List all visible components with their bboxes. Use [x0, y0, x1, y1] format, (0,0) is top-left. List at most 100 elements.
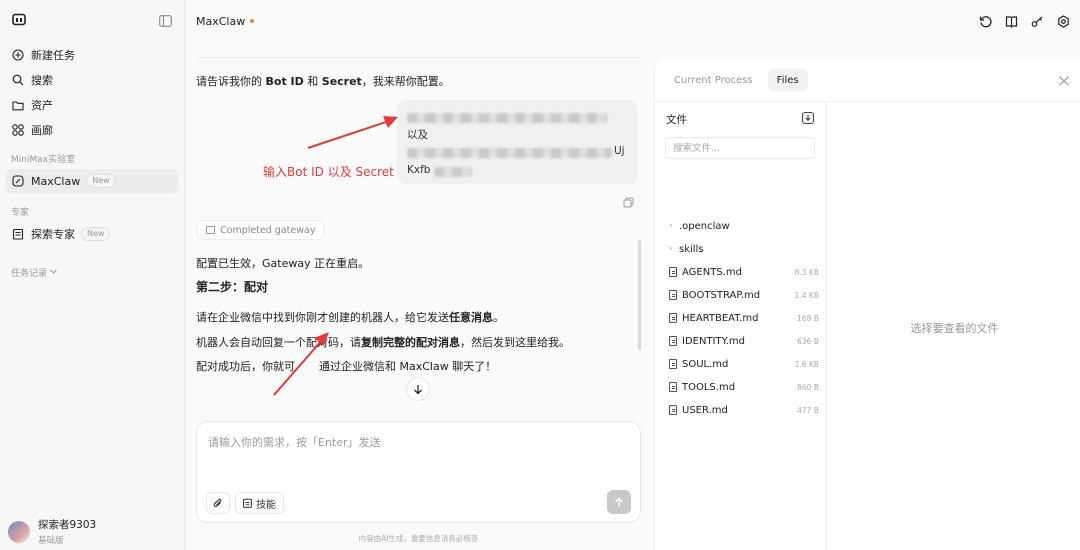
gateway-label: Completed gateway — [220, 224, 316, 236]
sidebar-item-label: 搜索 — [31, 74, 53, 87]
file-row[interactable]: BOOTSTRAP.md 1.4 KB — [669, 286, 819, 304]
section-label-lab: MiniMax实验室 — [11, 154, 76, 165]
file-row[interactable]: USER.md 477 B — [669, 401, 819, 419]
grid-icon — [11, 123, 25, 137]
annotation-arrow-2 — [273, 332, 329, 396]
file-icon — [669, 336, 677, 346]
user-profile[interactable]: 探索者9303 基础版 — [8, 517, 96, 546]
section-label-expert: 专家 — [11, 207, 30, 218]
request-text-mid: 和 — [303, 75, 322, 88]
skills-label: 技能 — [256, 499, 276, 511]
file-name: USER.md — [682, 404, 728, 416]
file-name: BOOTSTRAP.md — [682, 289, 761, 301]
app-logo-icon[interactable] — [12, 12, 26, 31]
clipboard-icon — [243, 498, 252, 508]
file-icon — [669, 359, 677, 369]
file-name: TOOLS.md — [682, 381, 736, 393]
chevron-down-icon — [50, 267, 57, 277]
file-size: 477 B — [797, 405, 819, 415]
sidebar-item-explorer-expert[interactable]: 探索专家 New — [6, 222, 178, 246]
paperclip-icon — [213, 494, 223, 513]
send-button[interactable] — [607, 490, 631, 514]
file-search-input[interactable] — [665, 137, 815, 159]
book-icon[interactable] — [1004, 14, 1018, 28]
sidebar-item-search[interactable]: 搜索 — [6, 68, 178, 92]
file-size: 860 B — [797, 382, 819, 392]
chevron-right-icon: › — [669, 221, 673, 231]
sidebar-item-label: 画廊 — [31, 124, 53, 137]
annotation-input-credentials: 输入Bot ID 以及 Secret — [263, 165, 394, 179]
chat-scrollbar[interactable] — [638, 240, 641, 350]
step-2-heading: 第二步：配对 — [196, 280, 269, 294]
folder-name: .openclaw — [679, 220, 730, 232]
folder-icon — [11, 98, 25, 112]
file-icon — [669, 267, 677, 277]
file-browser: 文件 › .openclaw › skills AGENTS.md 8.3 KB… — [655, 102, 827, 550]
file-row[interactable]: AGENTS.md 8.3 KB — [669, 263, 819, 281]
chevron-right-icon: › — [669, 244, 673, 254]
close-icon[interactable] — [1058, 72, 1070, 86]
chat-divider — [196, 57, 640, 58]
bubble-and-text: 以及 — [407, 129, 428, 141]
sidebar-item-label: 探索专家 — [31, 228, 75, 241]
bubble-partial-1: Uj — [614, 145, 625, 157]
new-badge: New — [86, 174, 116, 188]
reply-4-post: 通过企业微信和 MaxClaw 聊天了！ — [319, 360, 497, 373]
claw-icon — [11, 174, 25, 188]
file-icon — [669, 382, 677, 392]
attach-button[interactable] — [206, 492, 230, 514]
sidebar-item-label: 资产 — [31, 99, 53, 112]
plus-circle-icon — [11, 48, 25, 62]
key-icon[interactable] — [1030, 14, 1044, 28]
annotation-arrow-1 — [307, 116, 398, 149]
reply-3-post: ，然后发到这里给我。 — [460, 336, 570, 349]
copy-icon[interactable] — [623, 193, 634, 208]
file-row[interactable]: SOUL.md 1.6 KB — [669, 355, 819, 373]
user-plan: 基础版 — [38, 536, 64, 546]
file-size: 1.4 KB — [794, 290, 819, 300]
file-row[interactable]: TOOLS.md 860 B — [669, 378, 819, 396]
page-title: MaxClaw — [196, 14, 246, 28]
gear-icon[interactable] — [1056, 14, 1070, 28]
sidebar-item-new-task[interactable]: 新建任务 — [6, 43, 178, 67]
file-icon — [669, 405, 677, 415]
collapse-sidebar-icon[interactable] — [159, 12, 172, 31]
file-name: IDENTITY.md — [682, 335, 745, 347]
sidebar: 新建任务 搜索 资产 画廊 MiniMax实验室 MaxClaw New 专家 … — [0, 0, 185, 550]
reply-line-3: 机器人会自动回复一个配对码，请复制完整的配对消息，然后发到这里给我。 — [196, 334, 570, 350]
chat-input-box: 技能 — [196, 421, 641, 523]
folder-row[interactable]: › skills — [669, 240, 819, 258]
file-name: HEARTBEAT.md — [682, 312, 759, 324]
request-bot-id: Bot ID — [265, 75, 304, 88]
avatar — [8, 520, 30, 543]
file-row[interactable]: HEARTBEAT.md 168 B — [669, 309, 819, 327]
task-history-toggle[interactable]: 任务记录 — [0, 262, 184, 282]
file-name: AGENTS.md — [682, 266, 742, 278]
side-panel: Current Process Files 文件 › .openclaw › s… — [654, 58, 1080, 550]
scroll-to-bottom-button[interactable] — [406, 377, 430, 401]
redacted-bot-id — [407, 113, 607, 123]
sidebar-item-gallery[interactable]: 画廊 — [6, 118, 178, 142]
sidebar-item-assets[interactable]: 资产 — [6, 93, 178, 117]
completed-gateway-chip[interactable]: Completed gateway — [197, 220, 325, 240]
chat-input[interactable] — [208, 434, 628, 464]
sidebar-header — [0, 0, 184, 42]
reply-line-2: 请在企业微信中找到你刚才创建的机器人，给它发送任意消息。 — [196, 309, 504, 325]
refresh-icon[interactable] — [978, 14, 992, 28]
tab-files[interactable]: Files — [767, 69, 808, 91]
download-icon[interactable] — [801, 110, 815, 125]
file-row[interactable]: IDENTITY.md 636 B — [669, 332, 819, 350]
file-size: 1.6 KB — [794, 359, 819, 369]
reply-3-bold: 复制完整的配对消息 — [361, 336, 460, 349]
ai-disclaimer: 内容由AI生成，重要信息请务必核查 — [358, 534, 479, 543]
assistant-message-request: 请告诉我你的 Bot ID 和 Secret，我来帮你配置。 — [196, 73, 450, 89]
tab-current-process[interactable]: Current Process — [665, 69, 762, 91]
redacted-secret — [407, 148, 612, 158]
user-message-bubble: 以及 Uj Kxfb — [397, 100, 638, 184]
folder-row[interactable]: › .openclaw — [669, 217, 819, 235]
skills-button[interactable]: 技能 — [235, 492, 284, 514]
sidebar-item-label: 新建任务 — [31, 49, 75, 62]
sidebar-item-maxclaw[interactable]: MaxClaw New — [6, 169, 178, 193]
file-size: 8.3 KB — [794, 267, 819, 277]
file-size: 636 B — [797, 336, 819, 346]
